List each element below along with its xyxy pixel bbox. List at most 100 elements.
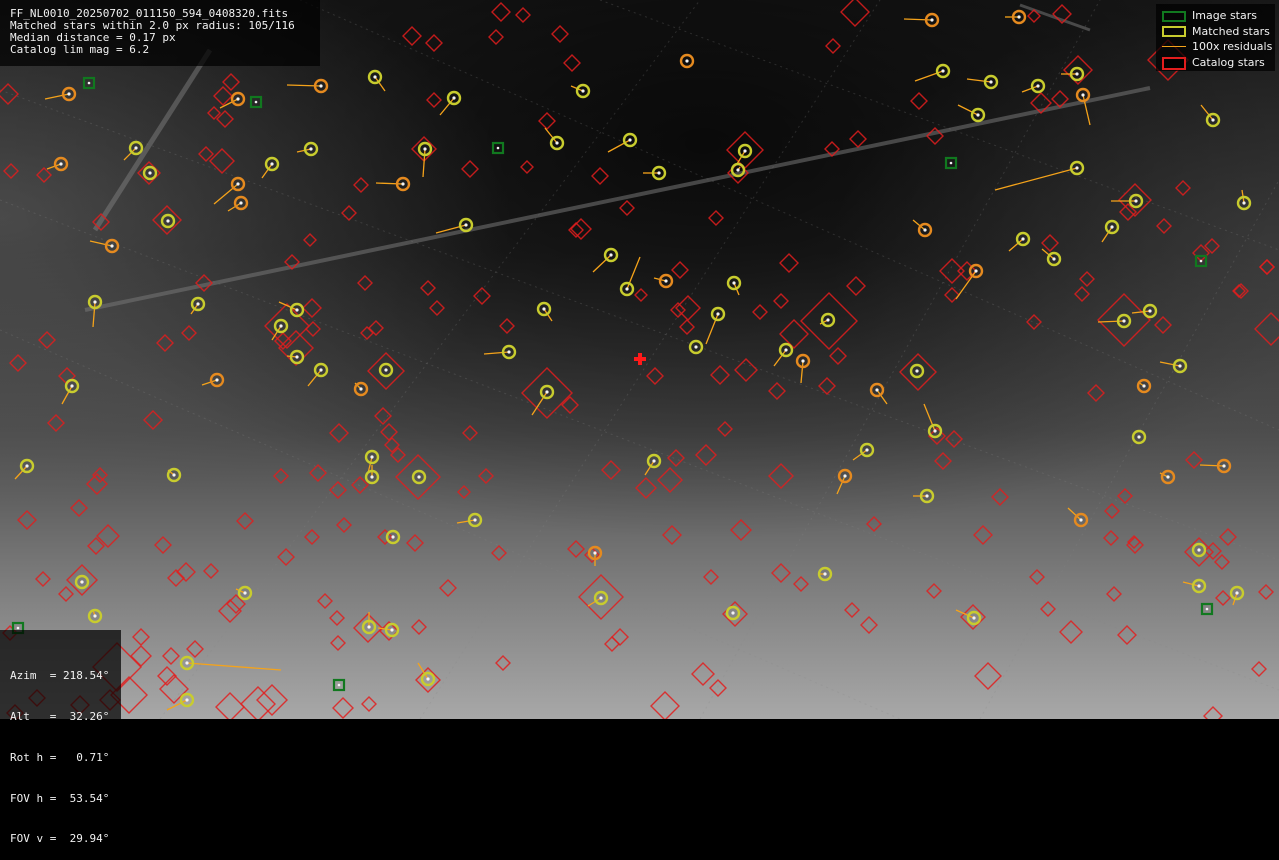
fov-horizontal-readout: FOV h = 53.54° (10, 791, 110, 805)
star-core (215, 378, 219, 382)
star-core (452, 96, 456, 100)
star-core (694, 345, 698, 349)
matched-star-swatch-icon (1160, 24, 1188, 38)
star-core (473, 518, 477, 522)
star-core (542, 307, 546, 311)
star-core (933, 429, 937, 433)
star-core (243, 591, 247, 595)
star-core (625, 287, 629, 291)
star-core (1017, 15, 1021, 19)
star-core (16, 626, 20, 630)
rotation-readout: Rot h = 0.71° (10, 750, 110, 764)
star-core (337, 683, 341, 687)
star-core (1205, 607, 1209, 611)
star-core (865, 448, 869, 452)
legend-matched-stars-label: Matched stars (1192, 24, 1270, 38)
star-core (930, 18, 934, 22)
star-core (1134, 199, 1138, 203)
legend-catalog-stars-label: Catalog stars (1192, 55, 1265, 69)
star-core (87, 81, 91, 85)
star-core (426, 677, 430, 681)
star-core (507, 350, 511, 354)
star-core (1122, 319, 1126, 323)
star-core (823, 572, 827, 576)
sky-image (0, 0, 1279, 719)
star-core (279, 324, 283, 328)
star-core (1142, 384, 1146, 388)
star-core (731, 611, 735, 615)
star-core (185, 698, 189, 702)
star-core (941, 69, 945, 73)
legend-image-stars: Image stars (1160, 8, 1275, 24)
star-core (93, 614, 97, 618)
star-core (236, 182, 240, 186)
star-core (732, 281, 736, 285)
star-core (1110, 225, 1114, 229)
star-core (110, 244, 114, 248)
star-core (172, 473, 176, 477)
star-core (972, 616, 976, 620)
star-core (384, 368, 388, 372)
star-core (309, 147, 313, 151)
header-info-panel: FF_NL0010_20250702_011150_594_0408320.fi… (0, 0, 320, 66)
star-core (652, 459, 656, 463)
star-core (784, 348, 788, 352)
fov-vertical-readout: FOV v = 29.94° (10, 832, 110, 846)
legend: Image stars Matched stars 100x residuals… (1156, 4, 1275, 71)
star-core (1242, 201, 1246, 205)
star-core (401, 182, 405, 186)
star-core (236, 97, 240, 101)
star-core (67, 92, 71, 96)
star-core (185, 661, 189, 665)
star-core (801, 359, 805, 363)
star-core (295, 355, 299, 359)
star-core (1036, 84, 1040, 88)
star-core (974, 269, 978, 273)
star-core (134, 146, 138, 150)
star-core (423, 147, 427, 151)
azimuth-readout: Azim = 218.54° (10, 669, 110, 683)
star-core (1052, 257, 1056, 261)
star-core (545, 390, 549, 394)
legend-matched-stars: Matched stars (1160, 24, 1275, 40)
star-core (716, 312, 720, 316)
star-core (1075, 72, 1079, 76)
legend-image-stars-label: Image stars (1192, 9, 1257, 23)
star-core (1148, 309, 1152, 313)
star-core (417, 475, 421, 479)
star-core (373, 75, 377, 79)
star-core (496, 146, 500, 150)
star-core (367, 625, 371, 629)
star-core (949, 161, 953, 165)
star-core (915, 369, 919, 373)
star-core (593, 551, 597, 555)
residual-line-swatch-icon (1160, 40, 1188, 54)
star-core (555, 141, 559, 145)
star-core (166, 219, 170, 223)
star-core (925, 494, 929, 498)
star-core (1197, 548, 1201, 552)
legend-catalog-stars: Catalog stars (1160, 55, 1275, 71)
catalog-star-swatch-icon (1160, 55, 1188, 71)
star-core (254, 100, 258, 104)
altitude-readout: Alt = 32.26° (10, 709, 110, 723)
star-core (319, 84, 323, 88)
star-core (1166, 475, 1170, 479)
star-core (1079, 518, 1083, 522)
pointing-info-panel: Azim = 218.54° Alt = 32.26° Rot h = 0.71… (0, 630, 121, 845)
star-core (370, 475, 374, 479)
star-core (80, 580, 84, 584)
star-core (239, 201, 243, 205)
star-core (609, 253, 613, 257)
star-core (581, 89, 585, 93)
star-core (1178, 364, 1182, 368)
star-core (826, 318, 830, 322)
star-core (989, 80, 993, 84)
star-core (923, 228, 927, 232)
star-core (148, 171, 152, 175)
star-core (196, 302, 200, 306)
star-core (599, 596, 603, 600)
star-core (319, 368, 323, 372)
star-core (664, 279, 668, 283)
star-core (295, 308, 299, 312)
